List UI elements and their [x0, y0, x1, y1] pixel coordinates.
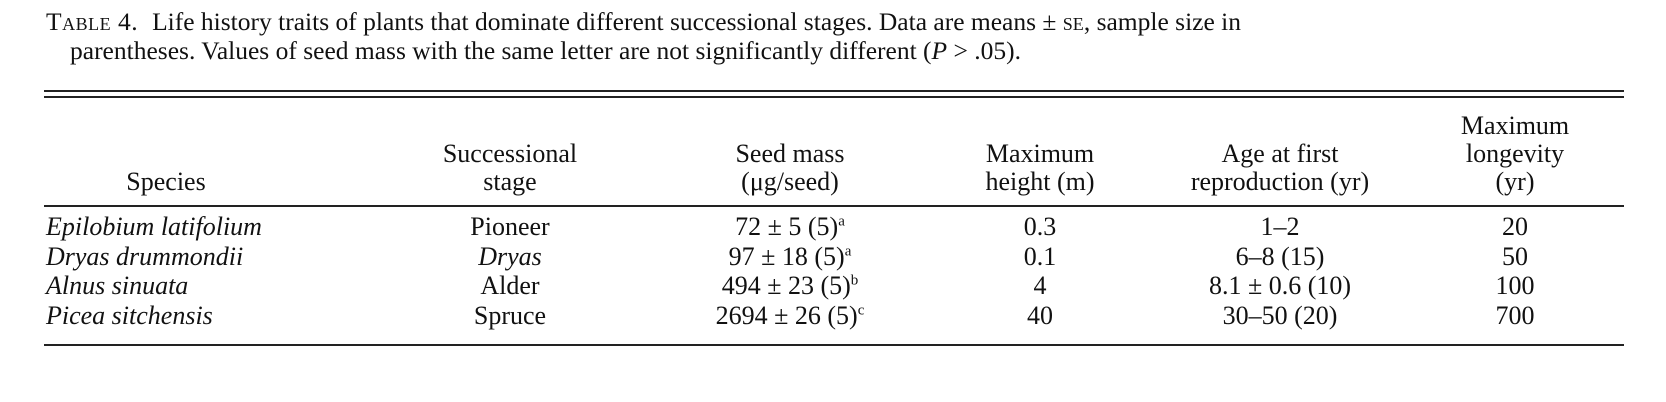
header-species: Species — [46, 108, 286, 196]
top-rule-1 — [44, 90, 1624, 92]
table-caption: Table 4. Life history traits of plants th… — [46, 7, 1622, 65]
seed-value: 494 ± 23 (5) — [721, 271, 851, 300]
header-seed-line-1: Seed mass — [735, 139, 845, 168]
header-species-line-1: Species — [126, 167, 206, 196]
header-max-longevity: Maximum longevity (yr) — [1450, 108, 1580, 196]
header-age-line-2: reproduction (yr) — [1190, 167, 1370, 196]
header-longevity-line-2: longevity — [1465, 139, 1565, 168]
header-stage: Successional stage — [380, 108, 640, 196]
seed-value: 2694 ± 26 (5) — [715, 301, 858, 330]
cell-height: 40 — [1027, 301, 1053, 330]
cell-longevity: 50 — [1502, 242, 1528, 271]
cell-stage: Pioneer — [470, 212, 550, 241]
bottom-rule — [44, 344, 1624, 346]
header-rule — [44, 205, 1624, 207]
header-longevity-line-1: Maximum — [1460, 111, 1570, 140]
seed-value: 72 ± 5 (5) — [735, 212, 839, 241]
cell-longevity: 700 — [1495, 301, 1535, 330]
caption-p-symbol: P — [931, 36, 948, 65]
seed-letter: c — [857, 302, 865, 319]
seed-letter: a — [844, 243, 852, 260]
cell-height: 0.3 — [1023, 212, 1057, 241]
cell-age: 1–2 — [1260, 212, 1300, 241]
cell-height: 0.1 — [1023, 242, 1057, 271]
seed-value: 97 ± 18 (5) — [728, 242, 845, 271]
header-longevity-line-3: (yr) — [1495, 167, 1535, 196]
caption-line-2: parentheses. Values of seed mass with th… — [46, 36, 1622, 65]
cell-longevity: 100 — [1495, 271, 1535, 300]
header-seed-line-2: (μg/seed) — [741, 167, 839, 196]
cell-stage: Spruce — [473, 301, 547, 330]
cell-age: 30–50 (20) — [1222, 301, 1338, 330]
header-stage-line-2: stage — [483, 167, 537, 196]
header-height-line-1: Maximum — [985, 139, 1095, 168]
cell-height: 4 — [1033, 271, 1047, 300]
cell-seed-mass: 72 ± 5 (5)a — [640, 212, 940, 242]
header-height-line-2: height (m) — [985, 167, 1095, 196]
header-age-line-1: Age at first — [1221, 139, 1339, 168]
cell-stage: Alder — [480, 271, 540, 300]
caption-line2-a: parentheses. Values of seed mass with th… — [70, 36, 932, 65]
caption-text-2: , sample size in — [1083, 7, 1242, 36]
cell-species: Alnus sinuata — [46, 271, 189, 300]
header-max-height: Maximum height (m) — [960, 108, 1120, 196]
cell-species: Epilobium latifolium — [46, 212, 262, 241]
header-stage-line-1: Successional — [442, 139, 578, 168]
caption-se: se — [1062, 7, 1084, 36]
caption-text-1: Life history traits of plants that domin… — [152, 7, 1063, 36]
cell-species: Dryas drummondii — [46, 242, 244, 271]
cell-seed-mass: 494 ± 23 (5)b — [640, 271, 940, 301]
cell-stage: Dryas — [478, 242, 542, 271]
cell-species: Picea sitchensis — [46, 301, 213, 330]
top-rule-2 — [44, 96, 1624, 98]
seed-letter: a — [838, 213, 845, 230]
cell-age: 6–8 (15) — [1235, 242, 1325, 271]
caption-line2-b: > .05). — [947, 36, 1022, 65]
header-age-first-reproduction: Age at first reproduction (yr) — [1150, 108, 1410, 196]
cell-seed-mass: 97 ± 18 (5)a — [640, 242, 940, 272]
seed-letter: b — [850, 272, 859, 289]
cell-longevity: 20 — [1502, 212, 1528, 241]
header-seed-mass: Seed mass (μg/seed) — [640, 108, 940, 196]
cell-age: 8.1 ± 0.6 (10) — [1208, 271, 1352, 300]
cell-seed-mass: 2694 ± 26 (5)c — [640, 301, 940, 331]
table-label: Table 4. — [46, 7, 139, 36]
